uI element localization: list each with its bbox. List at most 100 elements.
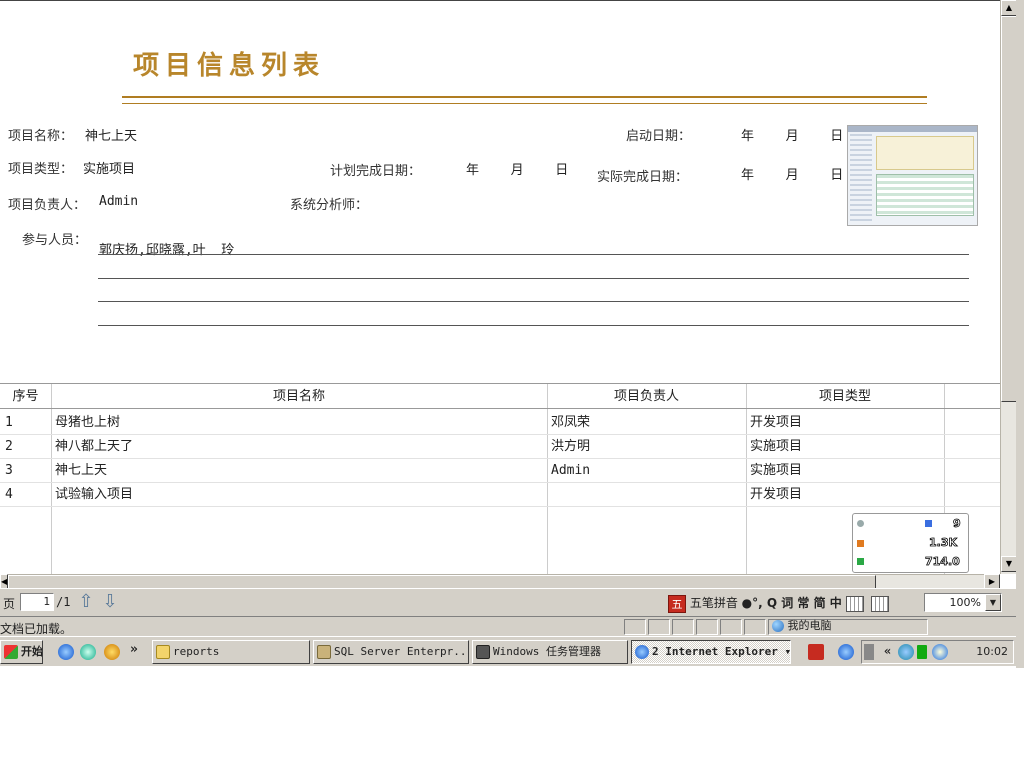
cell-type: 实施项目 (750, 463, 803, 478)
cell-no: 4 (5, 487, 13, 502)
task-manager-icon (476, 645, 490, 659)
cell-name: 神七上天 (55, 463, 108, 478)
participants-line-3 (98, 301, 969, 302)
actual-date-value: 年 月 日 (741, 168, 844, 183)
actual-date-label: 实际完成日期： (597, 170, 689, 185)
windows-taskbar: 开始 » reports SQL Server Enterpr... Windo… (0, 636, 1016, 666)
manager-label: 项目负责人： (8, 198, 87, 213)
participants-line-2 (98, 278, 969, 279)
project-type-value: 实施项目 (83, 162, 136, 177)
wubi-tray-icon[interactable] (808, 644, 824, 660)
chevron-down-icon[interactable]: ▼ (985, 594, 1001, 611)
table-row[interactable]: 4 试验输入项目 开发项目 (0, 483, 1000, 507)
download-rate: 714.0 (925, 555, 961, 569)
ime-grid-icon[interactable] (871, 595, 890, 612)
analyst-label: 系统分析师： (290, 198, 369, 213)
windows-logo-icon (4, 645, 18, 659)
ime-tools: ●°, Q 词 常 简 中 (741, 596, 842, 610)
header-project-type: 项目类型 (818, 389, 871, 404)
clock[interactable]: 10:02 (976, 645, 1008, 658)
ie-quicklaunch-icon[interactable] (58, 644, 74, 660)
horizontal-scroll-thumb[interactable] (8, 575, 876, 589)
quicklaunch-chevron[interactable]: » (130, 642, 138, 657)
header-project-name: 项目名称 (272, 389, 325, 404)
table-row[interactable]: 2 神八都上天了 洪方明 实施项目 (0, 435, 1000, 459)
network-monitor-widget[interactable]: 9 1.3K 714.0 (852, 513, 969, 573)
cell-name: 试验输入项目 (55, 487, 134, 502)
status-pane (648, 619, 670, 635)
help-icon[interactable] (838, 644, 854, 660)
taskbar-button-label: Windows 任务管理器 (493, 645, 601, 658)
status-pane (624, 619, 646, 635)
horizontal-scrollbar[interactable]: ◀ ▶ (0, 574, 1000, 590)
header-no: 序号 (12, 389, 39, 404)
project-screenshot-thumbnail (847, 125, 978, 226)
project-name-label: 项目名称： (8, 129, 74, 144)
next-page-icon[interactable]: ⇩ (101, 592, 119, 612)
page-total: /1 (56, 595, 71, 609)
taskbar-button-label: 2 Internet Explorer (652, 645, 778, 658)
vertical-scrollbar[interactable]: ▲ ▼ (1000, 0, 1017, 574)
cell-no: 3 (5, 463, 13, 478)
status-pane (696, 619, 718, 635)
upload-icon (857, 540, 864, 547)
start-date-label: 启动日期： (626, 129, 692, 144)
project-type-label: 项目类型： (8, 162, 74, 177)
ie-icon (635, 645, 649, 659)
outlook-quicklaunch-icon[interactable] (80, 644, 96, 660)
scroll-up-icon[interactable]: ▲ (1001, 0, 1017, 16)
wubi-logo-icon: 五 (668, 594, 686, 613)
taskbar-button-label: SQL Server Enterpr... (334, 645, 469, 658)
planned-date-value: 年 月 日 (466, 163, 569, 178)
security-zone: 我的电脑 (772, 619, 832, 635)
participants-line-1 (98, 254, 969, 255)
report-title: 项目信息列表 (133, 51, 326, 81)
cell-manager: 洪方明 (551, 439, 591, 454)
page-number-input[interactable]: 1 (20, 593, 54, 611)
page-label: 页 (3, 597, 16, 611)
ime-mode-label: 五笔拼音 (689, 596, 738, 610)
header-manager: 项目负责人 (613, 389, 679, 404)
cell-type: 开发项目 (750, 487, 803, 502)
table-row[interactable]: 1 母猪也上树 邓凤荣 开发项目 (0, 411, 1000, 435)
status-pane (744, 619, 766, 635)
download-icon (857, 558, 864, 565)
taskbar-button-sql-server[interactable]: SQL Server Enterpr... (313, 640, 469, 664)
taskbar-button-task-manager[interactable]: Windows 任务管理器 (472, 640, 628, 664)
messenger-tray-icon[interactable] (932, 644, 948, 660)
title-rule-thin (122, 103, 927, 104)
folder-icon (156, 645, 170, 659)
project-name-value: 神七上天 (85, 129, 138, 144)
ime-toolbar[interactable]: 五 五笔拼音 ●°, Q 词 常 简 中 (668, 593, 890, 613)
status-pane (672, 619, 694, 635)
app-quicklaunch-icon[interactable] (104, 644, 120, 660)
taskbar-button-reports[interactable]: reports (152, 640, 310, 664)
title-rule-thick (122, 96, 927, 98)
zoom-value: 100% (949, 596, 981, 609)
cell-name: 神八都上天了 (55, 439, 134, 454)
cell-name: 母猪也上树 (55, 415, 121, 430)
report-toolbar: 页 1 /1 ⇧ ⇩ 五 五笔拼音 ●°, Q 词 常 简 中 100% ▼ (0, 588, 1016, 616)
tray-arrows-icon[interactable] (864, 644, 874, 660)
cell-type: 实施项目 (750, 439, 803, 454)
zone-label: 我的电脑 (787, 619, 832, 632)
tray-expand-icon[interactable]: « (884, 644, 891, 658)
zoom-select[interactable]: 100% ▼ (924, 593, 1002, 612)
start-button[interactable]: 开始 (0, 640, 43, 664)
computer-zone-icon (772, 620, 784, 632)
cell-manager: 邓凤荣 (551, 415, 591, 430)
table-row[interactable]: 3 神七上天 Admin 实施项目 (0, 459, 1000, 483)
cell-type: 开发项目 (750, 415, 803, 430)
taskbar-button-internet-explorer[interactable]: 2 Internet Explorer ▾ (631, 640, 791, 664)
cell-manager: Admin (551, 463, 591, 478)
previous-page-icon[interactable]: ⇧ (77, 592, 95, 612)
participants-line-4 (98, 325, 969, 326)
vertical-scroll-thumb[interactable] (1001, 16, 1017, 402)
participants-value: 郭庆扬,邱晓露,叶 玲 (99, 243, 235, 258)
network-tray-icon[interactable] (898, 644, 914, 660)
soft-keyboard-icon[interactable] (845, 595, 864, 612)
status-tray-icon[interactable] (917, 645, 927, 659)
scroll-down-icon[interactable]: ▼ (1001, 556, 1017, 572)
project-table: 序号 项目名称 项目负责人 项目类型 1 母猪也上树 邓凤荣 开发项目 2 神八… (0, 383, 1000, 574)
report-canvas: 项目信息列表 项目名称： 神七上天 启动日期： 年 月 日 项目类型： 实施项目… (0, 0, 1000, 574)
